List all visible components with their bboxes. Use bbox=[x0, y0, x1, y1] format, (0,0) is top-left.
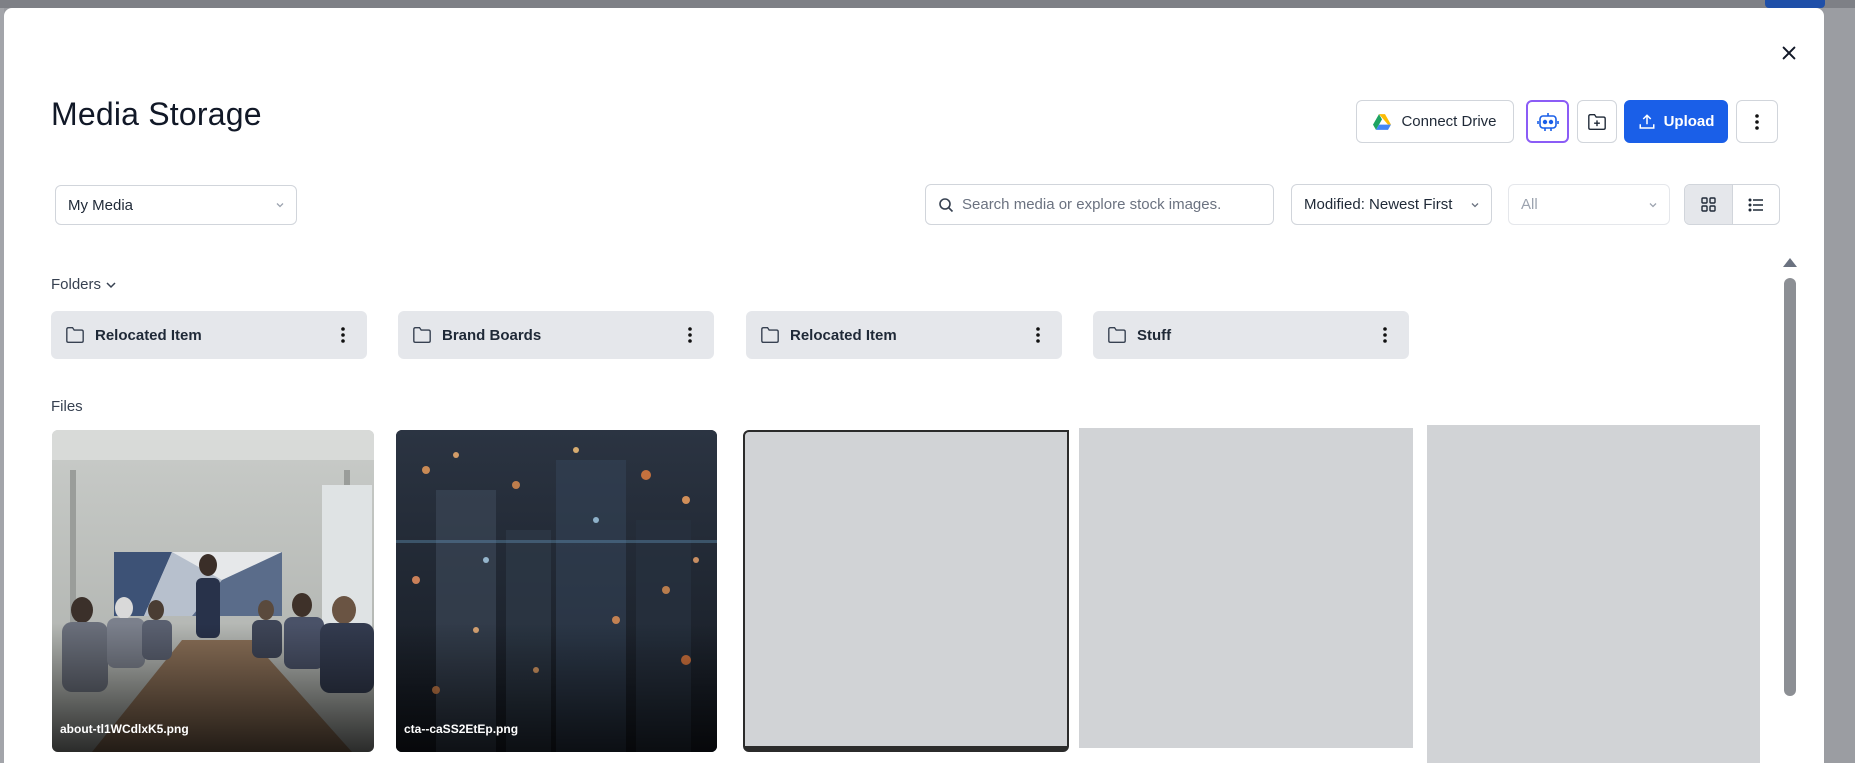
list-view-button[interactable] bbox=[1731, 185, 1780, 224]
more-vertical-icon bbox=[341, 327, 345, 343]
folder-icon bbox=[761, 326, 779, 344]
sort-select[interactable]: Modified: Newest First bbox=[1291, 184, 1492, 225]
more-vertical-icon bbox=[1383, 327, 1387, 343]
file-thumbnail[interactable]: about-tl1WCdlxK5.png bbox=[52, 430, 374, 752]
chevron-down-icon bbox=[1471, 202, 1479, 207]
file-name: about-tl1WCdlxK5.png bbox=[60, 722, 189, 736]
connect-drive-button[interactable]: Connect Drive bbox=[1356, 100, 1514, 143]
folder-menu-button[interactable] bbox=[1375, 325, 1395, 345]
search-field[interactable] bbox=[925, 184, 1274, 225]
more-vertical-icon bbox=[1036, 327, 1040, 343]
folder-item[interactable]: Stuff bbox=[1093, 311, 1409, 359]
more-options-button[interactable] bbox=[1736, 100, 1778, 143]
upload-icon bbox=[1639, 113, 1655, 129]
chevron-down-icon bbox=[106, 281, 116, 288]
sort-value: Modified: Newest First bbox=[1304, 196, 1453, 213]
upload-label: Upload bbox=[1663, 113, 1715, 130]
grid-view-icon bbox=[1701, 197, 1716, 212]
files-label: Files bbox=[51, 398, 83, 415]
media-source-select[interactable]: My Media bbox=[55, 185, 297, 225]
folder-menu-button[interactable] bbox=[1028, 325, 1048, 345]
close-button[interactable] bbox=[1774, 38, 1804, 68]
grid-view-button[interactable] bbox=[1685, 185, 1732, 224]
folder-name: Brand Boards bbox=[442, 326, 542, 344]
folders-label: Folders bbox=[51, 276, 102, 293]
folder-item[interactable]: Relocated Item bbox=[746, 311, 1062, 359]
folder-name: Relocated Item bbox=[790, 326, 897, 344]
folder-name: Stuff bbox=[1137, 326, 1172, 344]
search-input[interactable] bbox=[962, 196, 1252, 213]
night-city-bokeh-photo bbox=[396, 430, 717, 752]
folder-item[interactable]: Brand Boards bbox=[398, 311, 714, 359]
view-toggle bbox=[1684, 184, 1780, 225]
background-right-panel bbox=[1825, 8, 1855, 763]
more-vertical-icon bbox=[1755, 113, 1759, 130]
background-button bbox=[1765, 0, 1825, 8]
close-icon bbox=[1782, 46, 1796, 60]
folder-icon bbox=[413, 326, 431, 344]
file-name: cta--caSS2EtEp.png bbox=[404, 722, 519, 736]
list-view-icon bbox=[1748, 198, 1763, 211]
page-title: Media Storage bbox=[51, 96, 262, 132]
type-filter-value: All bbox=[1521, 196, 1538, 213]
type-filter-select[interactable]: All bbox=[1508, 184, 1670, 225]
folder-item[interactable]: Relocated Item bbox=[51, 311, 367, 359]
file-thumbnail[interactable]: cta--caSS2EtEp.png bbox=[396, 430, 717, 752]
scrollbar-thumb[interactable] bbox=[1784, 278, 1796, 696]
folders-section-toggle[interactable]: Folders bbox=[51, 276, 117, 293]
file-thumbnail-loading[interactable] bbox=[743, 430, 1069, 752]
background-topbar bbox=[0, 0, 1855, 8]
scroll-up-arrow[interactable] bbox=[1783, 258, 1797, 267]
folder-icon bbox=[66, 326, 84, 344]
connect-drive-label: Connect Drive bbox=[1401, 113, 1497, 130]
folder-menu-button[interactable] bbox=[680, 325, 700, 345]
file-thumbnail-loading[interactable] bbox=[1427, 425, 1760, 763]
new-folder-button[interactable] bbox=[1577, 100, 1617, 143]
ai-assistant-button[interactable] bbox=[1526, 100, 1569, 143]
chevron-down-icon bbox=[1649, 202, 1657, 207]
upload-button[interactable]: Upload bbox=[1624, 100, 1728, 143]
google-drive-icon bbox=[1373, 113, 1392, 130]
folder-add-icon bbox=[1588, 113, 1606, 130]
folder-menu-button[interactable] bbox=[333, 325, 353, 345]
folder-icon bbox=[1108, 326, 1126, 344]
search-icon bbox=[939, 197, 954, 212]
file-thumbnail-loading[interactable] bbox=[1079, 428, 1413, 748]
media-storage-modal: Media Storage Connect Drive Upload My Me… bbox=[4, 8, 1824, 763]
more-vertical-icon bbox=[688, 327, 692, 343]
media-source-value: My Media bbox=[68, 196, 134, 214]
folder-name: Relocated Item bbox=[95, 326, 202, 344]
ai-robot-icon bbox=[1536, 112, 1559, 131]
chevron-down-icon bbox=[276, 203, 284, 208]
meeting-room-photo bbox=[52, 430, 374, 752]
